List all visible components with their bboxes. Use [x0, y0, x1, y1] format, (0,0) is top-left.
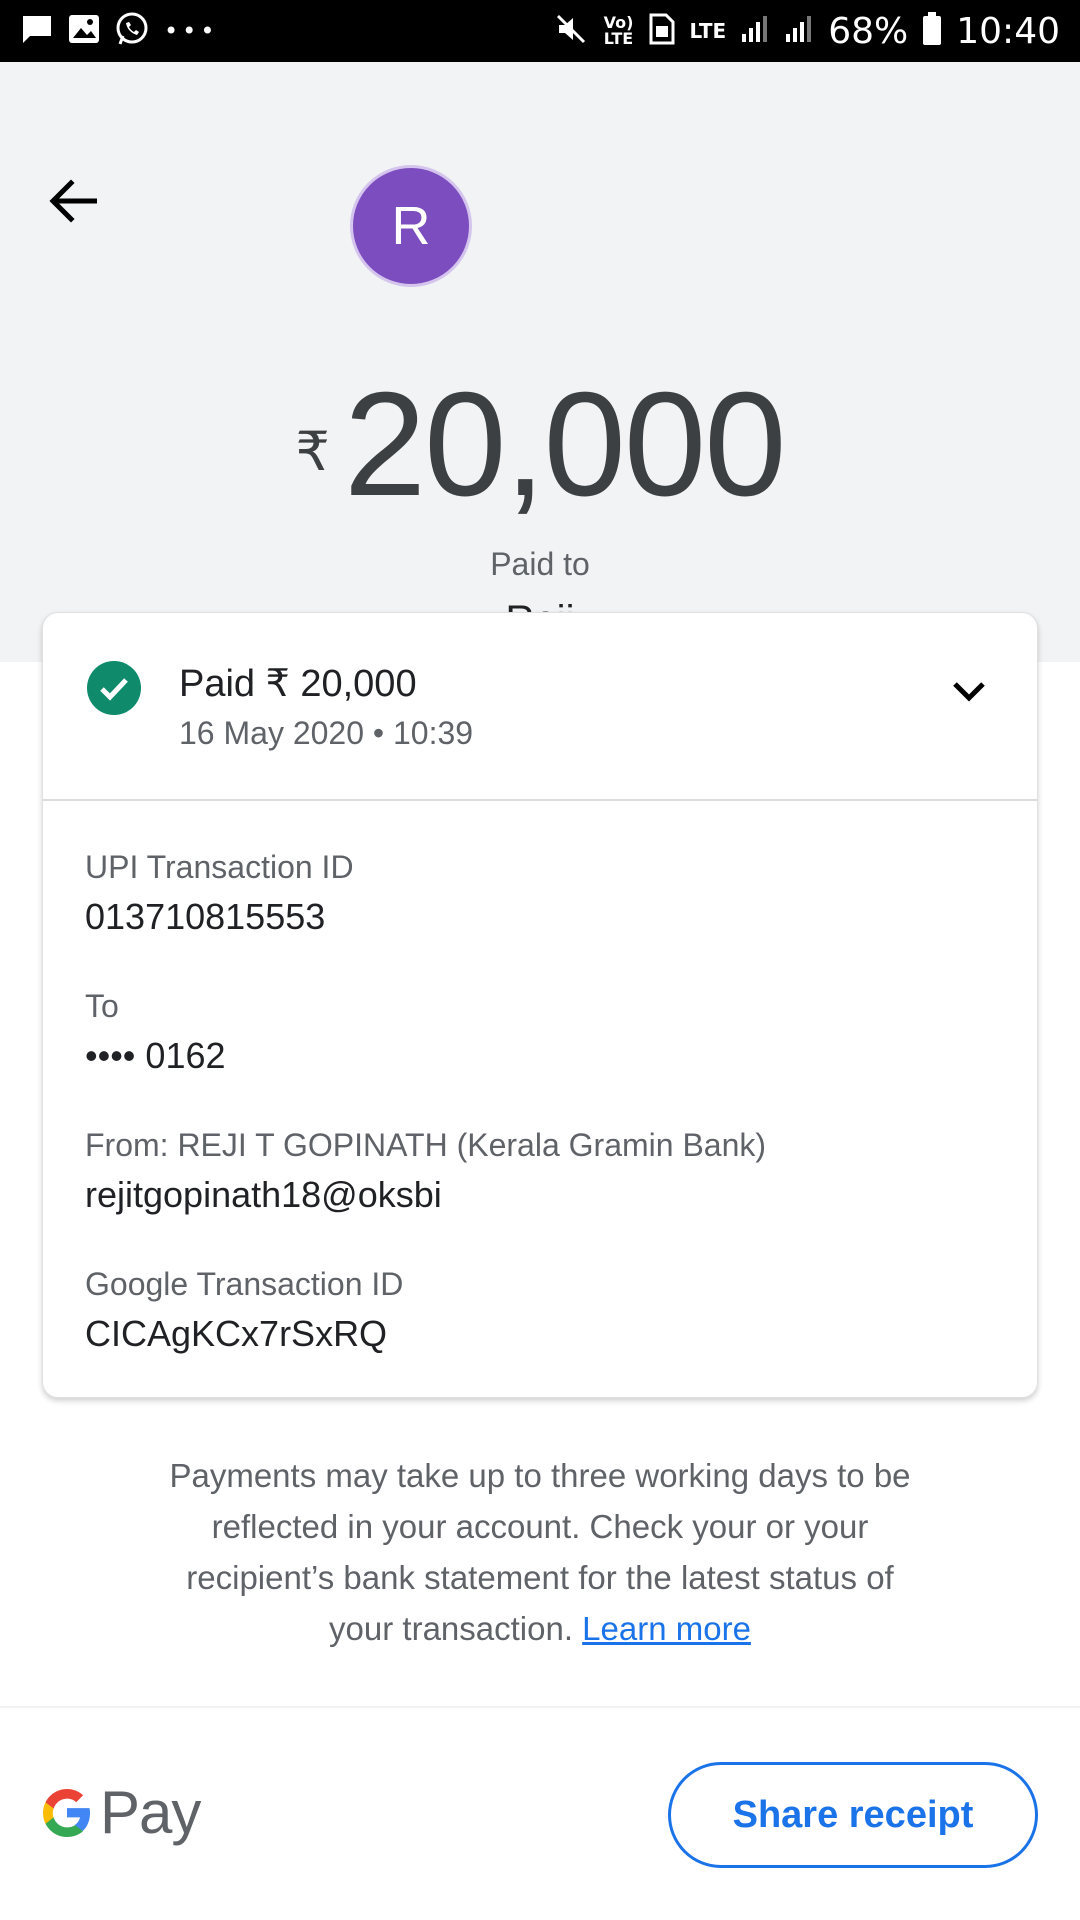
image-icon	[68, 14, 100, 49]
status-date: 16 May 2020 • 10:39	[179, 715, 474, 751]
check-circle-icon	[87, 661, 141, 715]
status-bar-system: Vo) LTE LTE 68% 10:40	[555, 11, 1060, 52]
arrow-left-icon	[49, 179, 97, 223]
detail-label: Google Transaction ID	[85, 1266, 404, 1302]
detail-value: CICAgKCx7rSxRQ	[85, 1313, 388, 1354]
google-g-icon	[43, 1788, 90, 1837]
message-icon	[20, 13, 54, 50]
detail-label: From: REJI T GOPINATH (Kerala Gramin Ban…	[85, 1127, 767, 1163]
network-type: LTE	[689, 19, 727, 43]
footer-divider	[0, 1706, 1080, 1708]
learn-more-link[interactable]: Learn more	[582, 1610, 751, 1647]
amount-value: 20,000	[343, 362, 787, 527]
payment-note: Payments may take up to three working da…	[150, 1450, 930, 1654]
detail-value: rejitgopinath18@oksbi	[85, 1174, 442, 1215]
currency-symbol: ₹	[295, 422, 330, 482]
whatsapp-icon	[114, 11, 150, 52]
avatar: R	[350, 165, 472, 287]
back-button[interactable]	[40, 168, 106, 234]
sim-icon	[649, 13, 675, 50]
more-notifications: •••	[164, 17, 219, 45]
chevron-down-icon[interactable]	[949, 671, 989, 711]
share-receipt-button[interactable]: Share receipt	[668, 1762, 1038, 1868]
detail-label: UPI Transaction ID	[85, 849, 354, 885]
transaction-card: Paid ₹ 20,000 16 May 2020 • 10:39 UPI Tr…	[42, 612, 1038, 1398]
detail-value: •••• 0162	[85, 1035, 226, 1076]
mute-icon	[555, 13, 587, 50]
note-text: Payments may take up to three working da…	[169, 1457, 911, 1647]
detail-label: To	[85, 988, 119, 1024]
detail-to: To •••• 0162	[85, 988, 226, 1077]
transaction-status-row[interactable]: Paid ₹ 20,000 16 May 2020 • 10:39	[43, 613, 1037, 801]
detail-from: From: REJI T GOPINATH (Kerala Gramin Ban…	[85, 1127, 766, 1216]
signal-icon-2	[784, 14, 814, 49]
battery-icon	[922, 11, 942, 51]
status-bar: ••• Vo) LTE LTE 68% 10:40	[0, 0, 1080, 62]
paid-to-label: Paid to	[490, 546, 590, 582]
clock: 10:40	[956, 10, 1060, 52]
gpay-logo: Pay	[40, 1778, 201, 1847]
status-bar-notifications: •••	[20, 11, 218, 52]
volte-label: Vo) LTE	[603, 13, 634, 48]
amount-display: ₹ 20,000	[0, 370, 1080, 520]
status-title: Paid ₹ 20,000	[179, 663, 417, 705]
gpay-text: Pay	[100, 1779, 201, 1846]
payment-header: R ₹ 20,000 Paid to Reji	[0, 62, 1080, 662]
detail-google-transaction-id: Google Transaction ID CICAgKCx7rSxRQ	[85, 1266, 403, 1355]
signal-icon-1	[740, 14, 770, 49]
detail-upi-transaction-id: UPI Transaction ID 013710815553	[85, 849, 354, 938]
battery-percent: 68%	[828, 10, 909, 52]
detail-value: 013710815553	[85, 896, 326, 937]
